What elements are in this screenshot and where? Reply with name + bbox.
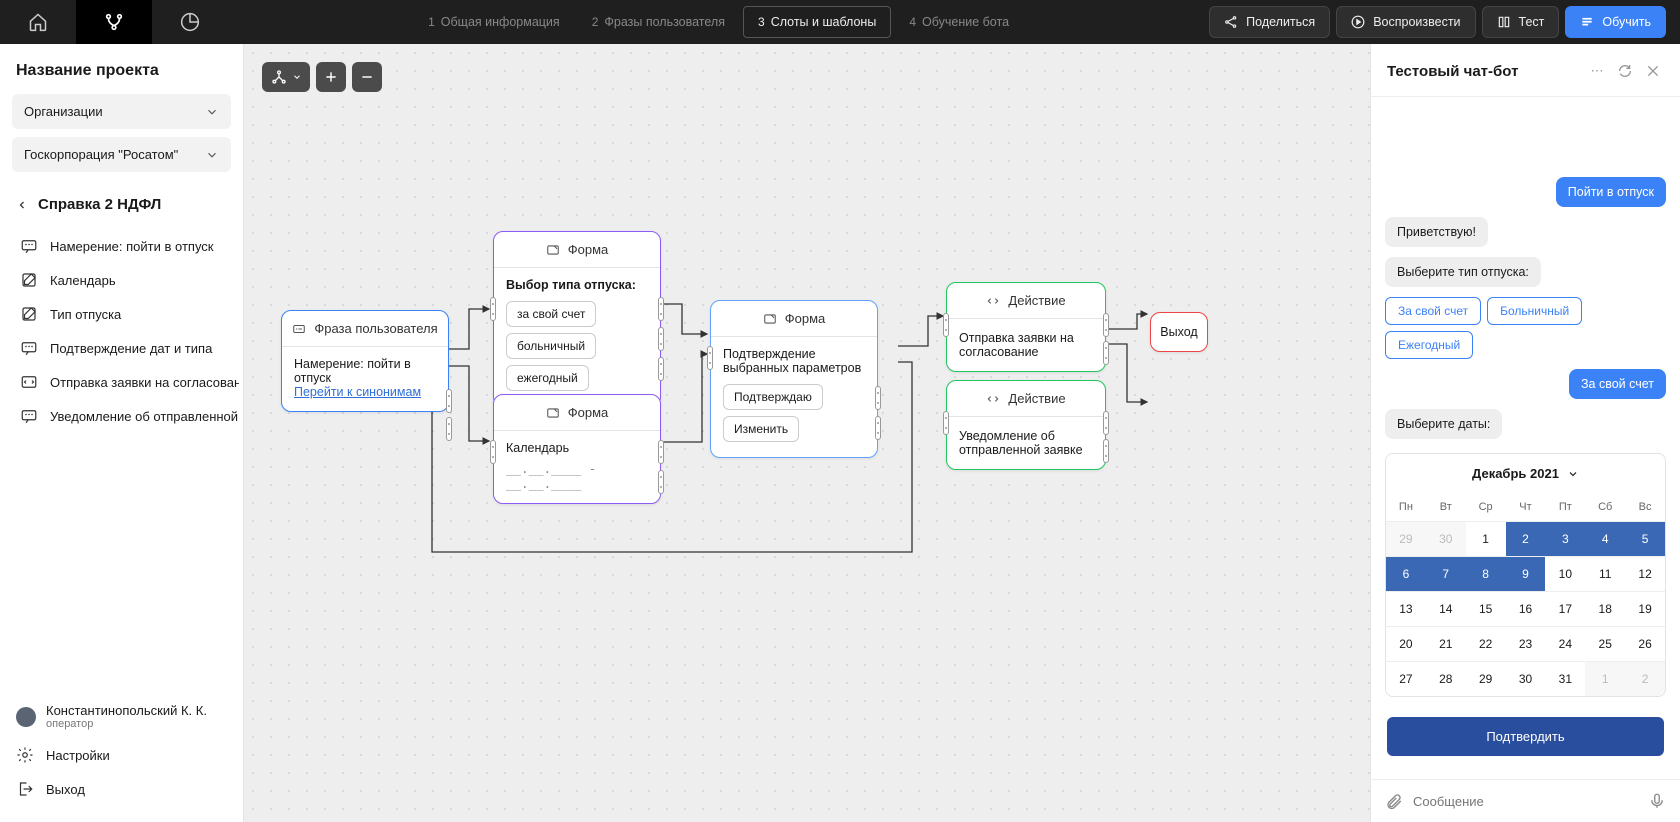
step-1[interactable]: 1Общая информация: [414, 6, 574, 38]
cal-day[interactable]: 8: [1466, 556, 1506, 591]
edit-icon: [20, 305, 38, 323]
cal-day[interactable]: 28: [1426, 661, 1466, 696]
cal-day[interactable]: 19: [1625, 591, 1665, 626]
sidebar-item-intent[interactable]: Намерение: пойти в отпуск: [4, 229, 239, 263]
zoom-out-tool[interactable]: [352, 62, 382, 92]
cal-day[interactable]: 21: [1426, 626, 1466, 661]
cal-day[interactable]: 16: [1506, 591, 1546, 626]
chip-sick[interactable]: Больничный: [1487, 297, 1582, 325]
test-button[interactable]: Тест: [1482, 6, 1560, 38]
cal-day[interactable]: 30: [1506, 661, 1546, 696]
node-form-calendar[interactable]: Форма Календарь __.__.____ - __.__.____: [493, 394, 661, 504]
synonyms-link[interactable]: Перейти к синонимам: [294, 385, 436, 399]
chat-icon: [20, 237, 38, 255]
cal-day-prev[interactable]: 30: [1426, 521, 1466, 556]
code-icon: [20, 373, 38, 391]
cal-day[interactable]: 24: [1545, 626, 1585, 661]
cal-day[interactable]: 5: [1625, 521, 1665, 556]
step-4[interactable]: 4Обучение бота: [895, 6, 1023, 38]
chat-title: Тестовый чат-бот: [1387, 63, 1580, 80]
cal-day[interactable]: 26: [1625, 626, 1665, 661]
cal-day[interactable]: 13: [1386, 591, 1426, 626]
chip-annual[interactable]: Ежегодный: [1385, 331, 1473, 359]
play-button[interactable]: Воспроизвести: [1336, 6, 1475, 38]
cal-day[interactable]: 4: [1585, 521, 1625, 556]
msg-user-2: За свой счет: [1569, 369, 1666, 399]
chat-panel: Тестовый чат-бот ⋯ Пойти в отпуск Привет…: [1370, 44, 1680, 822]
settings-link[interactable]: Настройки: [16, 738, 227, 772]
chat-input[interactable]: [1413, 794, 1638, 809]
cal-day[interactable]: 1: [1466, 521, 1506, 556]
cal-month[interactable]: Декабрь 2021: [1386, 454, 1665, 493]
zoom-in-tool[interactable]: [316, 62, 346, 92]
cal-day[interactable]: 2: [1506, 521, 1546, 556]
cal-day[interactable]: 7: [1426, 556, 1466, 591]
cal-day-prev[interactable]: 29: [1386, 521, 1426, 556]
sidebar: Название проекта Организации Госкорпорац…: [0, 44, 244, 822]
sidebar-item-calendar[interactable]: Календарь: [4, 263, 239, 297]
cal-day[interactable]: 14: [1426, 591, 1466, 626]
back-link[interactable]: Справка 2 НДФЛ: [0, 180, 243, 223]
chat-icon: [20, 407, 38, 425]
edit-icon: [20, 271, 38, 289]
node-form-confirm[interactable]: Форма Подтверждение выбранных параметров…: [710, 300, 878, 458]
cal-day[interactable]: 17: [1545, 591, 1585, 626]
sidebar-item-confirm[interactable]: Подтверждение дат и типа: [4, 331, 239, 365]
avatar: [16, 707, 36, 727]
cal-day[interactable]: 27: [1386, 661, 1426, 696]
sidebar-item-type[interactable]: Тип отпуска: [4, 297, 239, 331]
home-icon[interactable]: [0, 0, 76, 44]
refresh-icon[interactable]: [1614, 60, 1636, 82]
cal-day[interactable]: 15: [1466, 591, 1506, 626]
node-form-type[interactable]: Форма Выбор типа отпуска: за свой счет б…: [493, 231, 661, 407]
step-3[interactable]: 3Слоты и шаблоны: [743, 6, 891, 38]
cal-day[interactable]: 29: [1466, 661, 1506, 696]
flow-icon[interactable]: [76, 0, 152, 44]
cal-day[interactable]: 23: [1506, 626, 1546, 661]
node-action-notify[interactable]: Действие Уведомление об отправленной зая…: [946, 380, 1106, 470]
user-block: Константинопольский К. К.оператор: [16, 695, 227, 738]
node-action-send[interactable]: Действие Отправка заявки на согласование: [946, 282, 1106, 372]
corp-dropdown[interactable]: Госкорпорация "Росатом": [12, 137, 231, 172]
cal-day-next[interactable]: 1: [1585, 661, 1625, 696]
cal-day[interactable]: 12: [1625, 556, 1665, 591]
msg-bot-2: Выберите тип отпуска:: [1385, 257, 1541, 287]
more-icon[interactable]: ⋯: [1586, 60, 1608, 82]
cal-day[interactable]: 6: [1386, 556, 1426, 591]
cal-day[interactable]: 20: [1386, 626, 1426, 661]
node-exit[interactable]: Выход: [1150, 312, 1208, 352]
cal-day[interactable]: 9: [1506, 556, 1546, 591]
train-button[interactable]: Обучить: [1565, 6, 1666, 38]
msg-user-1: Пойти в отпуск: [1556, 177, 1666, 207]
sidebar-item-send[interactable]: Отправка заявки на согласование: [4, 365, 239, 399]
project-title: Название проекта: [0, 58, 243, 94]
cal-day[interactable]: 10: [1545, 556, 1585, 591]
sidebar-item-notify[interactable]: Уведомление об отправленной заявке: [4, 399, 239, 433]
close-icon[interactable]: [1642, 60, 1664, 82]
attach-icon[interactable]: [1385, 792, 1403, 810]
cal-day[interactable]: 11: [1585, 556, 1625, 591]
msg-bot-1: Приветствую!: [1385, 217, 1488, 247]
cal-day[interactable]: 22: [1466, 626, 1506, 661]
share-button[interactable]: Поделиться: [1209, 6, 1330, 38]
topbar: 1Общая информация 2Фразы пользователя 3С…: [0, 0, 1680, 44]
node-phrase[interactable]: Фраза пользователя Намерение: пойти в от…: [281, 310, 449, 412]
org-dropdown[interactable]: Организации: [12, 94, 231, 129]
mic-icon[interactable]: [1648, 792, 1666, 810]
cal-day[interactable]: 3: [1545, 521, 1585, 556]
chat-icon: [20, 339, 38, 357]
analytics-icon[interactable]: [152, 0, 228, 44]
calendar-confirm[interactable]: Подтвердить: [1387, 717, 1664, 756]
cal-day-next[interactable]: 2: [1625, 661, 1665, 696]
calendar: Декабрь 2021 ПнВтСрЧтПтСбВс2930123456789…: [1385, 453, 1666, 697]
branch-tool[interactable]: [262, 62, 310, 92]
step-2[interactable]: 2Фразы пользователя: [578, 6, 739, 38]
logout-link[interactable]: Выход: [16, 772, 227, 806]
msg-bot-3: Выберите даты:: [1385, 409, 1502, 439]
cal-day[interactable]: 31: [1545, 661, 1585, 696]
cal-day[interactable]: 18: [1585, 591, 1625, 626]
cal-day[interactable]: 25: [1585, 626, 1625, 661]
chip-own[interactable]: За свой счет: [1385, 297, 1481, 325]
canvas[interactable]: Фраза пользователя Намерение: пойти в от…: [244, 44, 1370, 822]
